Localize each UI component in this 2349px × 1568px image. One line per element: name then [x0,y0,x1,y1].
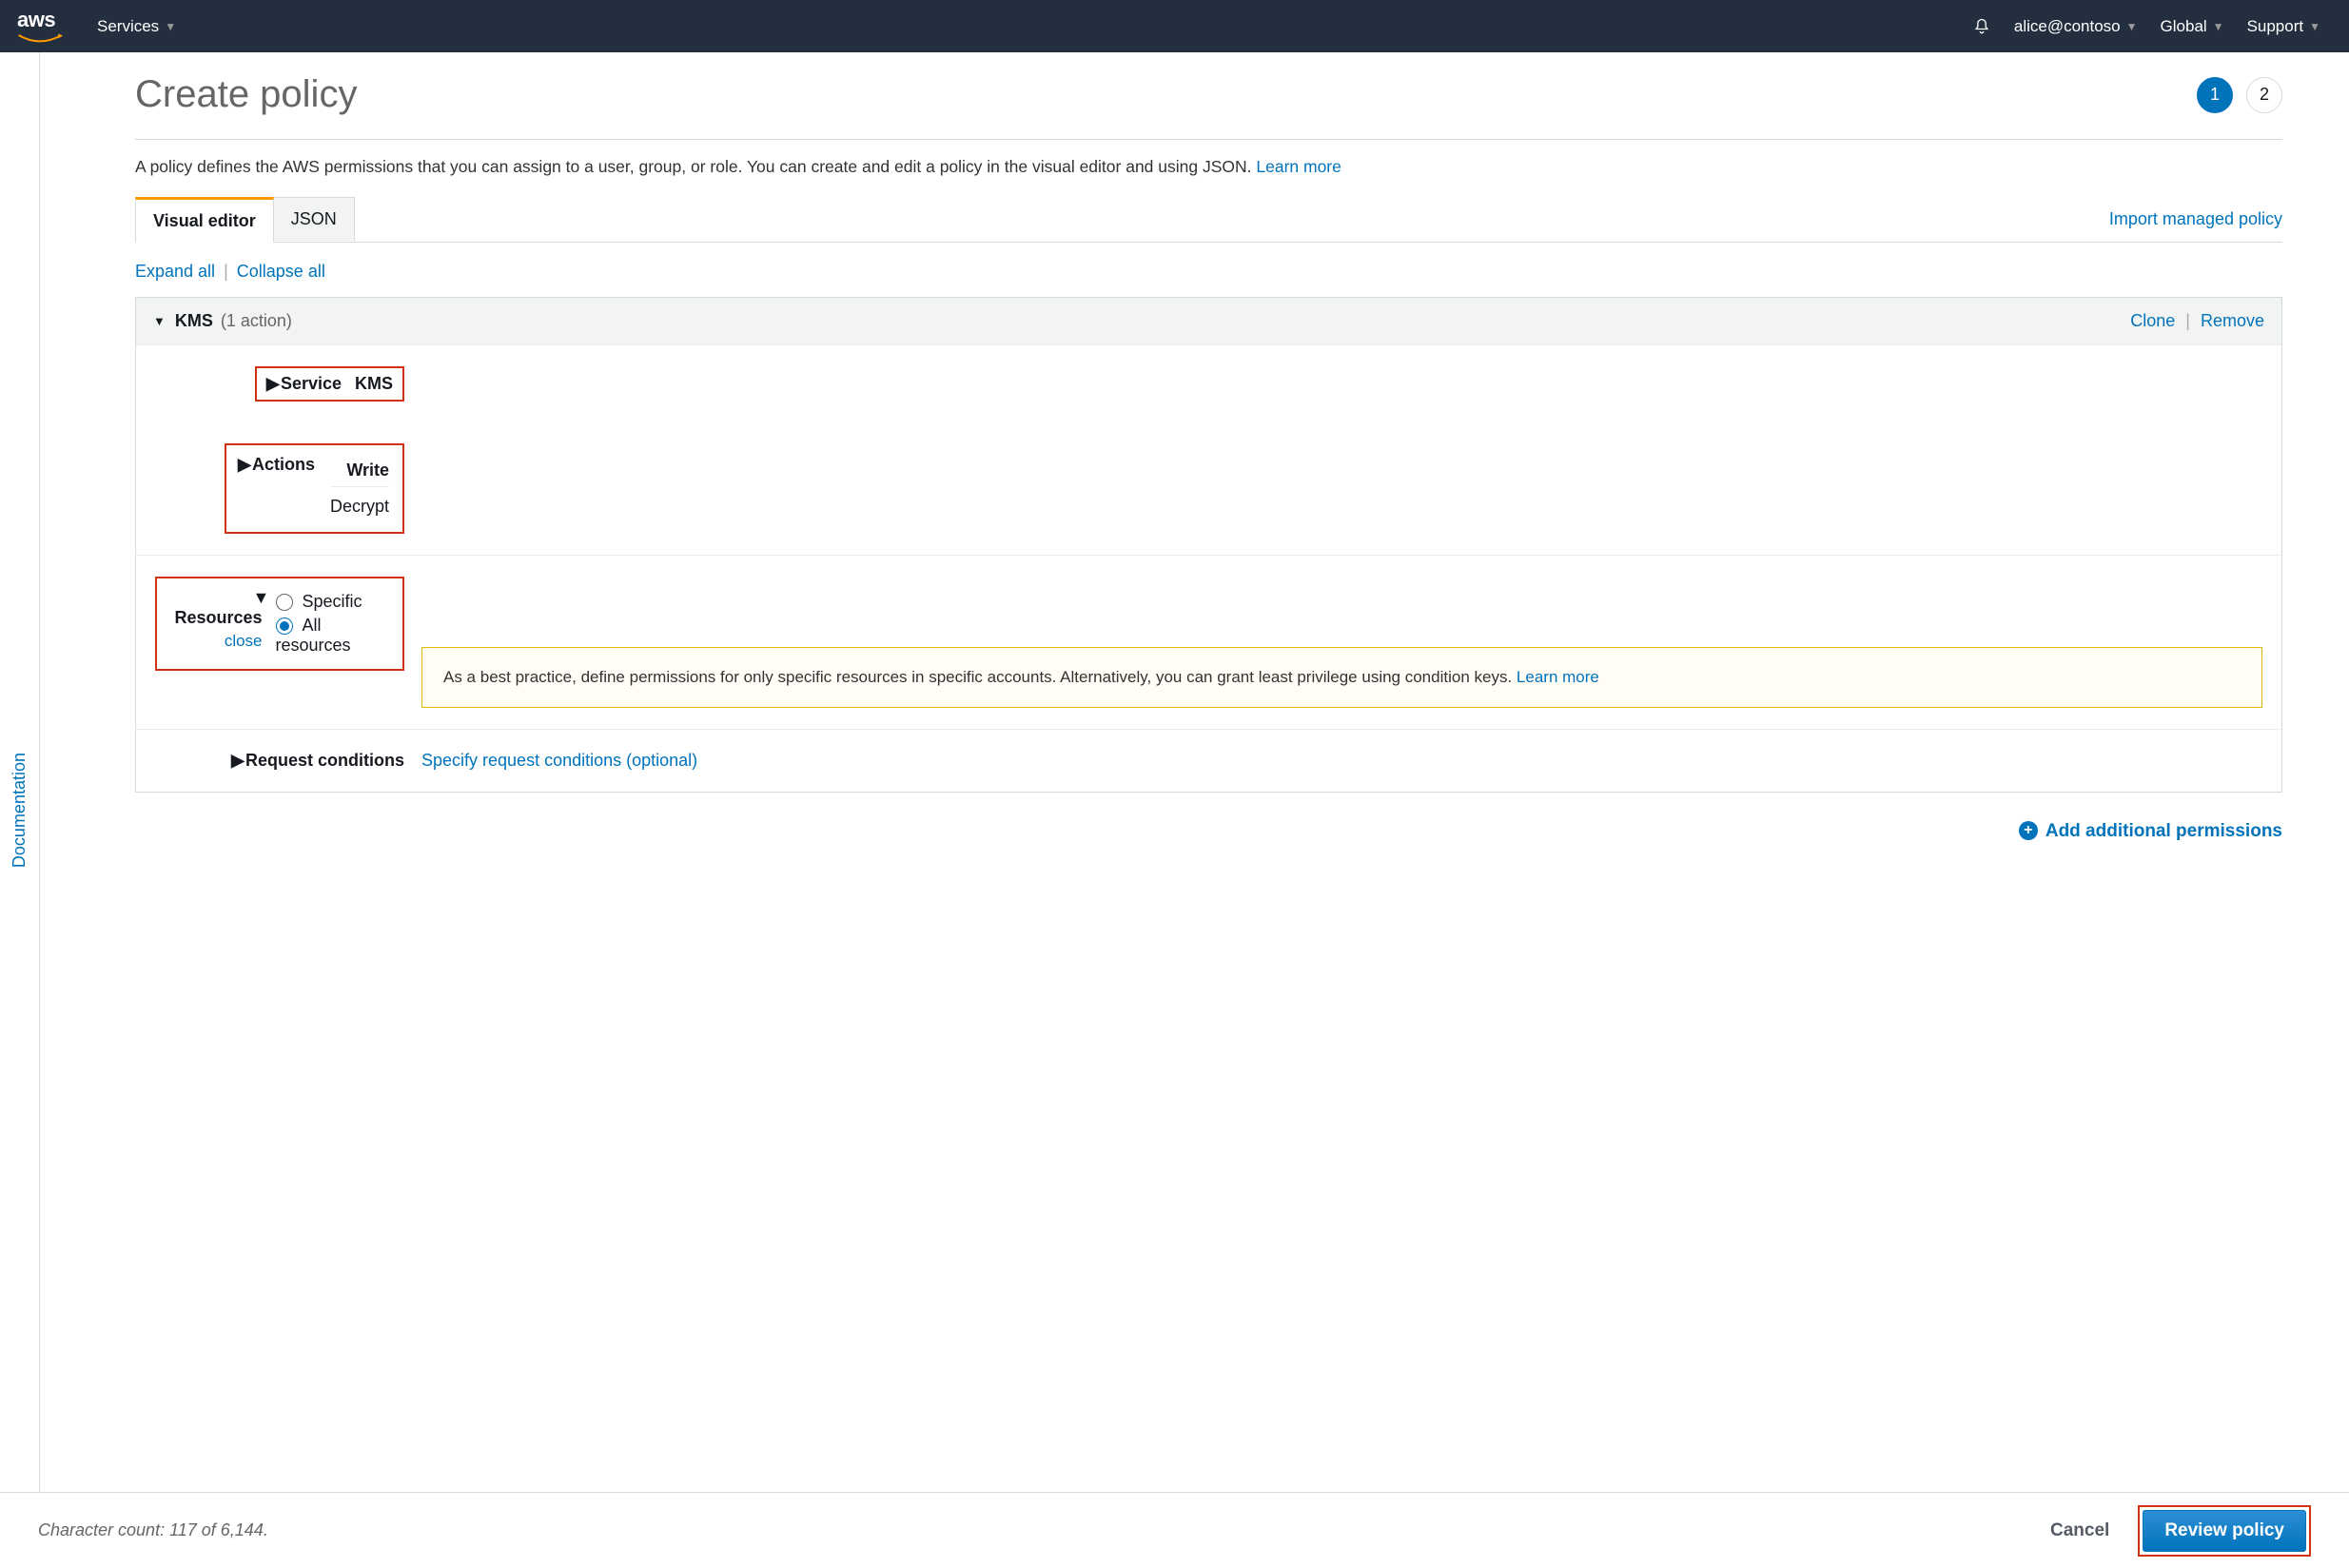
service-row-container: ▶ Service KMS [155,366,421,402]
caret-down-icon: ▼ [153,314,166,328]
tab-json[interactable]: JSON [274,197,355,241]
conditions-label: Request conditions [245,751,404,770]
actions-row: ▶ Actions Write Decrypt [136,422,2281,555]
page-description: A policy defines the AWS permissions tha… [135,157,2282,177]
character-count: Character count: 117 of 6,144. [38,1520,268,1540]
resources-close-link[interactable]: close [168,632,263,651]
caret-down-icon: ▼ [2126,20,2138,33]
radio-specific[interactable]: Specific [276,592,391,612]
account-label: alice@contoso [2014,17,2121,36]
resources-warning: As a best practice, define permissions f… [421,647,2262,708]
top-nav: aws Services ▼ alice@contoso ▼ Global ▼ … [0,0,2349,52]
radio-specific-label: Specific [303,592,362,611]
page-title: Create policy [135,73,2183,116]
actions-value-col [421,443,2262,534]
resources-label-col: ▼ Resources close Specific All resources [155,577,421,708]
add-permissions-link[interactable]: + Add additional permissions [2019,821,2282,841]
page-body: Create policy 1 2 A policy defines the A… [40,52,2349,1492]
actions-label: Actions [252,455,315,474]
services-label: Services [97,17,159,36]
support-menu[interactable]: Support ▼ [2236,11,2332,42]
resources-value-col: As a best practice, define permissions f… [421,577,2262,708]
resources-highlight: ▼ Resources close Specific All resources [155,577,404,671]
radio-all-resources[interactable]: All resources [276,616,391,656]
footer-actions: Cancel Review policy [2045,1505,2311,1557]
region-label: Global [2161,17,2207,36]
service-toggle[interactable]: ▶ Service [266,374,342,394]
conditions-row: ▶ Request conditions Specify request con… [136,729,2281,792]
panel-actions: Clone | Remove [2130,311,2264,331]
caret-down-icon: ▼ [165,20,176,33]
caret-down-icon: ▼ [2213,20,2224,33]
tabs: Visual editor JSON Import managed policy [135,196,2282,243]
conditions-label-col: ▶ Request conditions [155,751,421,771]
warning-learn-more-link[interactable]: Learn more [1517,668,1599,686]
aws-swoosh-icon [17,32,63,46]
resources-label: Resources [174,608,262,627]
service-value: KMS [355,374,393,394]
tab-visual-editor[interactable]: Visual editor [135,197,274,243]
service-highlight: ▶ Service KMS [255,366,404,402]
import-managed-policy-link[interactable]: Import managed policy [2109,198,2282,241]
conditions-value-col: Specify request conditions (optional) [421,751,2262,771]
remove-link[interactable]: Remove [2201,311,2264,330]
warning-text: As a best practice, define permissions f… [443,668,1512,686]
expand-all-link[interactable]: Expand all [135,262,215,281]
caret-right-icon: ▶ [238,455,247,475]
plus-icon: + [2019,821,2038,840]
review-button-highlight: Review policy [2138,1505,2311,1557]
actions-action: Decrypt [330,497,389,516]
divider [135,139,2282,140]
resources-row: ▼ Resources close Specific All resources… [136,555,2281,729]
bell-icon [1972,17,1991,36]
caret-right-icon: ▶ [266,374,276,394]
expand-collapse-row: Expand all | Collapse all [135,262,2282,282]
actions-toggle[interactable]: ▶ Actions [238,455,315,475]
left-rail: Documentation [0,52,40,1568]
review-policy-button[interactable]: Review policy [2143,1510,2306,1552]
count-value: 117 of 6,144. [169,1520,268,1539]
support-label: Support [2247,17,2304,36]
learn-more-link[interactable]: Learn more [1256,157,1341,176]
wizard-step-2[interactable]: 2 [2246,77,2282,113]
footer: Character count: 117 of 6,144. Cancel Re… [0,1492,2349,1568]
service-value-col [421,366,2262,402]
region-menu[interactable]: Global ▼ [2149,11,2236,42]
add-permissions-row: + Add additional permissions [135,821,2282,842]
notifications-icon[interactable] [1961,11,2003,42]
collapse-all-link[interactable]: Collapse all [237,262,325,281]
service-label: Service [281,374,342,393]
radio-icon [276,617,293,635]
actions-highlight: ▶ Actions Write Decrypt [225,443,404,534]
conditions-toggle[interactable]: ▶ Request conditions [231,751,404,770]
divider-pipe: | [224,262,228,281]
title-row: Create policy 1 2 [135,73,2282,116]
permission-panel: ▼ KMS (1 action) Clone | Remove ▶ Servic… [135,297,2282,793]
specify-conditions-link[interactable]: Specify request conditions (optional) [421,751,697,770]
services-menu[interactable]: Services ▼ [86,11,187,42]
description-text: A policy defines the AWS permissions tha… [135,157,1252,176]
divider-pipe: | [2185,311,2190,330]
actions-row-container: ▶ Actions Write Decrypt [155,443,421,534]
caret-right-icon: ▶ [231,751,241,771]
panel-service-name: KMS [175,311,213,331]
caret-down-icon: ▼ [253,588,263,608]
count-prefix: Character count: [38,1520,169,1539]
add-permissions-label: Add additional permissions [2046,821,2282,841]
service-row: ▶ Service KMS [136,344,2281,422]
permission-panel-header[interactable]: ▼ KMS (1 action) Clone | Remove [136,298,2281,344]
wizard-step-1[interactable]: 1 [2197,77,2233,113]
radio-icon [276,594,293,611]
aws-logo[interactable]: aws [17,8,63,46]
actions-group: Write [346,461,389,480]
cancel-button[interactable]: Cancel [2045,1519,2115,1542]
panel-action-count: (1 action) [221,311,292,331]
caret-down-icon: ▼ [2309,20,2320,33]
resources-toggle[interactable]: ▼ Resources [169,588,262,627]
documentation-tab[interactable]: Documentation [10,753,29,868]
account-menu[interactable]: alice@contoso ▼ [2003,11,2149,42]
clone-link[interactable]: Clone [2130,311,2175,330]
